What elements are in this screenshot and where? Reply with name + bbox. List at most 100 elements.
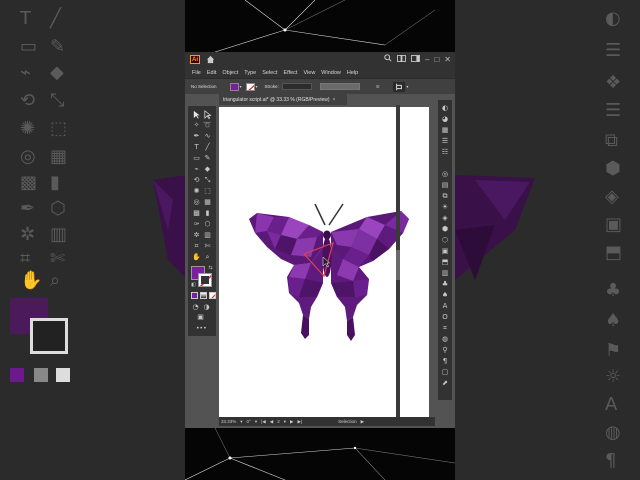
menu-view[interactable]: View	[300, 70, 318, 76]
status-arrow-icon[interactable]: ▶	[361, 419, 364, 425]
magic-wand-icon[interactable]: ✧	[192, 121, 201, 130]
edit-toolbar-icon[interactable]: •••	[196, 324, 207, 333]
gradient-tool-icon[interactable]: ▮	[203, 209, 212, 218]
character-icon[interactable]: A	[441, 302, 449, 310]
pathfinder-icon[interactable]: ♣	[441, 280, 449, 288]
color-guide-icon[interactable]: ◕	[441, 115, 449, 123]
color-mode-button[interactable]	[191, 292, 198, 299]
home-icon[interactable]	[206, 55, 215, 64]
opentype-icon[interactable]: O	[441, 313, 449, 321]
align-icon[interactable]: ▥	[441, 269, 449, 277]
brushes-icon[interactable]: ☰	[441, 137, 449, 145]
menu-object[interactable]: Object	[219, 70, 241, 76]
document-tab[interactable]: triangulator script.ai* @ 33.33 % (RGB/P…	[219, 94, 347, 105]
zoom-tool-icon[interactable]: ⌕	[203, 253, 212, 262]
export-icon[interactable]: ⬈	[441, 379, 449, 387]
color-panel-icon[interactable]: ◐	[441, 104, 449, 112]
stroke-color-swatch[interactable]	[245, 82, 255, 91]
vertical-scrollbar[interactable]	[396, 105, 400, 417]
paragraph-icon[interactable]: ⌗	[441, 324, 449, 332]
arrange-panel-icon[interactable]	[393, 81, 406, 92]
menu-select[interactable]: Select	[259, 70, 280, 76]
draw-inside-icon[interactable]: ◑	[202, 303, 211, 312]
free-transform-icon[interactable]: ⬚	[203, 187, 212, 196]
rotate-tool-icon[interactable]: ⟲	[192, 176, 201, 185]
menu-effect[interactable]: Effect	[281, 70, 301, 76]
maximize-icon[interactable]: □	[434, 54, 439, 65]
links-icon[interactable]: ⚲	[441, 346, 449, 354]
search-icon[interactable]	[384, 54, 392, 65]
asset-export-icon[interactable]: ◈	[441, 214, 449, 222]
transform-icon[interactable]: ⬒	[441, 258, 449, 266]
default-colors-icon[interactable]: ◧	[189, 281, 198, 290]
paintbrush-icon[interactable]: ✎	[203, 154, 212, 163]
rotation-dropdown-icon[interactable]: ▾	[255, 419, 257, 425]
properties-icon[interactable]: ▢	[441, 368, 449, 376]
prev-artboard-icon[interactable]: ◀	[270, 419, 273, 425]
hand-tool-icon[interactable]: ✋	[192, 253, 201, 262]
artboard-tool-icon[interactable]: ⌗	[192, 242, 201, 251]
lasso-icon[interactable]: ➰	[203, 121, 212, 130]
swatches-icon[interactable]: ▦	[441, 126, 449, 134]
stroke-weight-field[interactable]	[281, 83, 312, 90]
glyphs-icon[interactable]: ◍	[441, 335, 449, 343]
perspective-grid-icon[interactable]: ▦	[203, 198, 212, 207]
slice-tool-icon[interactable]: ✄	[203, 242, 212, 251]
menu-window[interactable]: Window	[318, 70, 344, 76]
scale-tool-icon[interactable]: ⤡	[203, 176, 212, 185]
menu-file[interactable]: File	[189, 70, 204, 76]
close-icon[interactable]: ✕	[444, 54, 451, 65]
eyedropper-icon[interactable]: ✑	[192, 220, 201, 229]
gradient-panel-icon[interactable]: ⬡	[441, 236, 449, 244]
zoom-level[interactable]: 33.33%	[221, 419, 236, 424]
warp-tool-icon[interactable]: ✺	[192, 187, 201, 196]
canvas-area[interactable]	[219, 105, 433, 419]
swap-fill-stroke-icon[interactable]: ⇆	[206, 264, 215, 273]
minimize-icon[interactable]: –	[425, 54, 429, 65]
scrollbar-thumb[interactable]	[396, 250, 400, 280]
shape-builder-icon[interactable]: ◎	[192, 198, 201, 207]
transparency-icon[interactable]: ▣	[441, 247, 449, 255]
artboards-icon[interactable]: ☀	[441, 203, 449, 211]
appearance-icon[interactable]: ▤	[441, 181, 449, 189]
menu-edit[interactable]: Edit	[204, 70, 219, 76]
blend-tool-icon[interactable]: ⬡	[203, 220, 212, 229]
artboard-dropdown-icon[interactable]: ▾	[284, 419, 286, 425]
none-mode-button[interactable]	[209, 292, 216, 299]
screen-mode-icon[interactable]: ▣	[196, 313, 205, 322]
zoom-dropdown-icon[interactable]: ▾	[240, 419, 242, 425]
menu-type[interactable]: Type	[241, 70, 259, 76]
fill-color-swatch[interactable]	[229, 82, 239, 91]
symbols-icon[interactable]: ☷	[441, 148, 449, 156]
curvature-icon[interactable]: ∿	[203, 132, 212, 141]
stroke-panel-icon[interactable]: ⬢	[441, 225, 449, 233]
arrange-dropdown-icon[interactable]: ▾	[406, 84, 408, 89]
next-artboard-icon[interactable]: ▶	[290, 419, 293, 425]
type-tool-icon[interactable]: T	[192, 143, 201, 152]
graphic-styles-icon[interactable]: ◎	[441, 170, 449, 178]
stroke-swatch-large[interactable]	[198, 273, 212, 287]
align-menu-icon[interactable]: ☰	[376, 84, 380, 89]
close-tab-icon[interactable]: ×	[333, 97, 336, 103]
line-tool-icon[interactable]: ╱	[203, 143, 212, 152]
rotation-value[interactable]: 0°	[247, 419, 251, 424]
image-trace-icon[interactable]: ¶	[441, 357, 449, 365]
stroke-dropdown-icon[interactable]: ▾	[256, 84, 258, 89]
direct-selection-icon[interactable]	[203, 110, 212, 120]
rectangle-tool-icon[interactable]: ▭	[192, 154, 201, 163]
first-artboard-icon[interactable]: |◀	[261, 419, 266, 425]
menu-help[interactable]: Help	[344, 70, 361, 76]
gradient-mode-button[interactable]	[200, 292, 207, 299]
symbol-sprayer-icon[interactable]: ✲	[192, 231, 201, 240]
selection-tool-icon[interactable]	[192, 110, 201, 119]
fill-dropdown-icon[interactable]: ▾	[240, 84, 242, 89]
libraries-icon[interactable]: ♠	[441, 291, 449, 299]
mesh-tool-icon[interactable]: ▩	[192, 209, 201, 218]
layers-icon[interactable]: ⧉	[441, 192, 449, 200]
last-artboard-icon[interactable]: ▶|	[297, 419, 302, 425]
draw-mode-icon[interactable]: ◔	[191, 303, 200, 312]
eraser-icon[interactable]: ◆	[203, 165, 212, 174]
arrange-documents-icon[interactable]	[397, 54, 406, 65]
pen-tool-icon[interactable]: ✒	[192, 132, 201, 141]
shaper-tool-icon[interactable]: ⌁	[192, 165, 201, 174]
